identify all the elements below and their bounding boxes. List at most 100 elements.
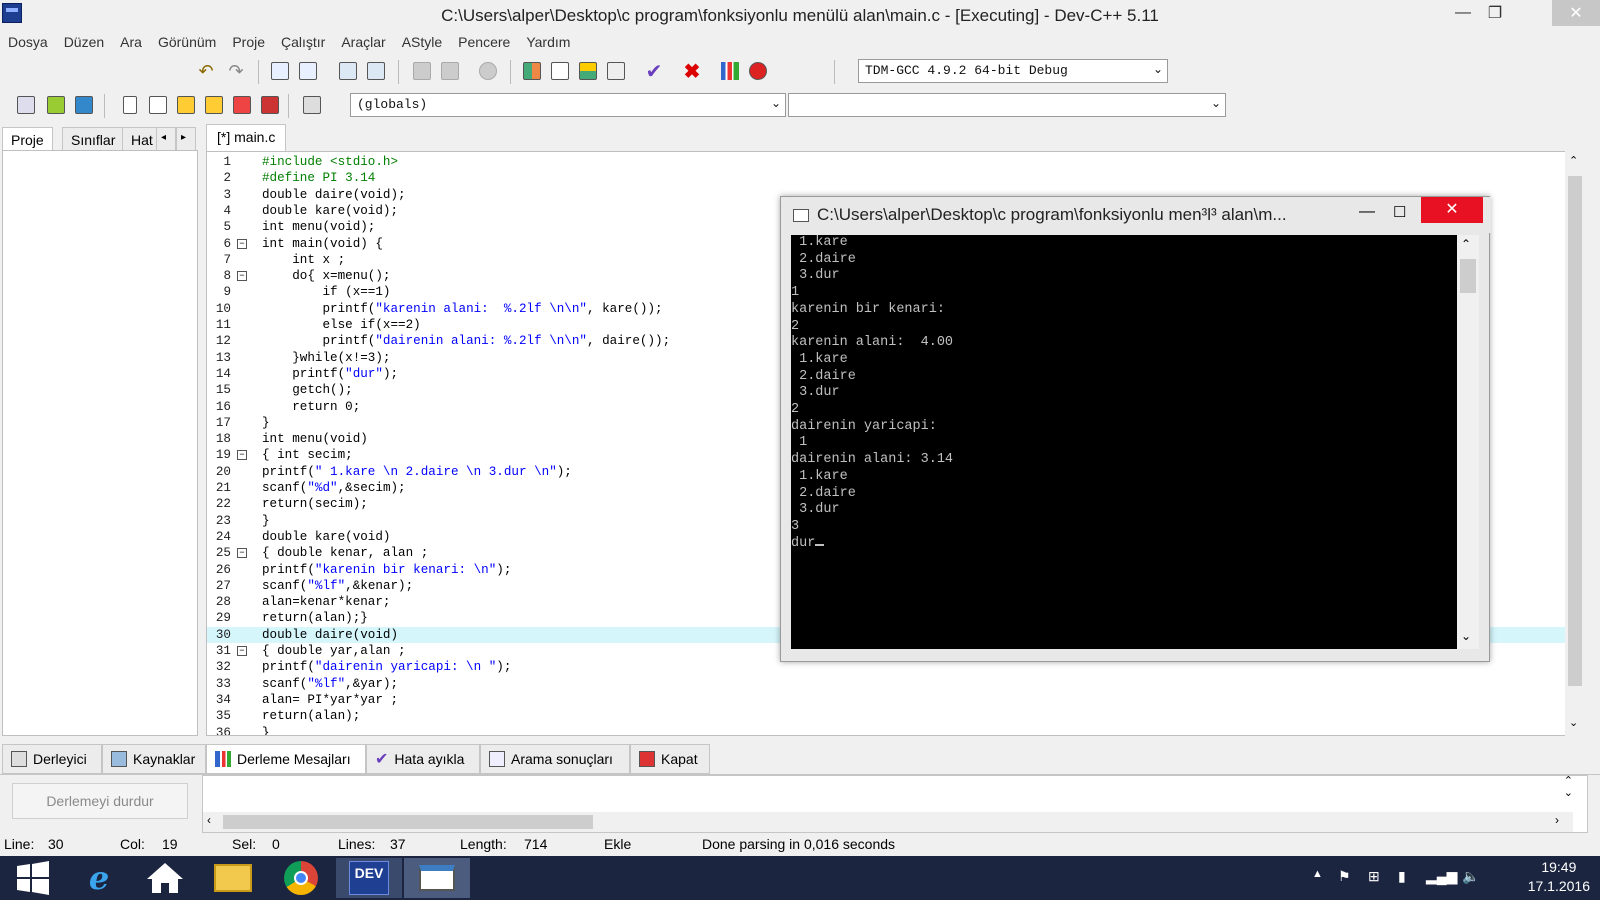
rebuild-button[interactable]	[604, 59, 628, 83]
battery-icon[interactable]: ▮	[1398, 868, 1406, 885]
menu-duzen[interactable]: Düzen	[64, 34, 104, 50]
minimize-button[interactable]: —	[1446, 0, 1480, 26]
fold-toggle-icon[interactable]: −	[237, 271, 247, 282]
tab-derleme-mesajlari[interactable]: Derleme Mesajları	[206, 744, 366, 774]
scroll-up-icon[interactable]: ⌃	[1461, 237, 1471, 251]
fold-toggle-icon[interactable]: −	[237, 238, 247, 249]
tab-arama-sonuclari[interactable]: Arama sonuçları	[480, 744, 630, 774]
print-button[interactable]	[300, 93, 324, 117]
stop-execution-button[interactable]: ✖	[680, 59, 704, 83]
start-button[interactable]	[0, 858, 66, 898]
scroll-left-icon[interactable]: ‹	[207, 813, 211, 827]
fold-toggle-icon[interactable]: −	[237, 548, 247, 559]
messages-horizontal-scrollbar[interactable]: ‹ ›	[203, 812, 1573, 832]
scrollbar-thumb[interactable]	[1568, 176, 1582, 686]
console-maximize-button[interactable]: ☐	[1393, 203, 1406, 221]
scrollbar-thumb[interactable]	[223, 815, 593, 829]
save-all-button[interactable]	[202, 93, 226, 117]
code-text: }while(x!=3);	[262, 350, 391, 365]
menu-dosya[interactable]: Dosya	[8, 34, 48, 50]
windows-tray-icon[interactable]: ⊞	[1368, 868, 1380, 885]
bookmark-prev-button[interactable]	[410, 59, 434, 83]
fold-toggle-icon[interactable]: −	[237, 646, 247, 656]
menu-gorunum[interactable]: Görünüm	[158, 34, 216, 50]
action-center-flag-icon[interactable]: ⚑	[1338, 868, 1351, 885]
fold-toggle-icon[interactable]: −	[237, 450, 247, 461]
scroll-up-icon[interactable]: ⌃	[1569, 154, 1578, 167]
code-line[interactable]: 1 #include <stdio.h>	[207, 154, 1575, 170]
system-clock[interactable]: 19:49 17.1.2016	[1528, 858, 1590, 896]
console-scrollbar[interactable]: ⌃ ⌄	[1457, 235, 1479, 649]
menu-araclar[interactable]: Araçlar	[341, 34, 385, 50]
console-titlebar[interactable]: C:\Users\alper\Desktop\c program\fonksiy…	[781, 197, 1491, 233]
replace-button[interactable]	[296, 59, 320, 83]
code-line[interactable]: 2 #define PI 3.14	[207, 170, 1575, 186]
code-line[interactable]: 33 scanf("%lf",&yar);	[207, 676, 1575, 692]
add-to-project-button[interactable]	[44, 93, 68, 117]
taskbar-chrome[interactable]	[268, 858, 334, 898]
taskbar-file-explorer[interactable]	[200, 858, 266, 898]
code-line[interactable]: 36}	[207, 725, 1575, 736]
scrollbar-thumb[interactable]	[1460, 259, 1476, 293]
scroll-down-icon[interactable]: ⌄	[1564, 786, 1573, 799]
code-line[interactable]: 35 return(alan);	[207, 708, 1575, 724]
taskbar-home[interactable]	[132, 858, 198, 898]
console-app-icon[interactable]	[793, 209, 809, 222]
menu-pencere[interactable]: Pencere	[458, 34, 510, 50]
taskbar-internet-explorer[interactable]: e	[66, 858, 132, 898]
editor-tab-main-c[interactable]: [*] main.c	[206, 124, 287, 152]
menu-astyle[interactable]: AStyle	[402, 34, 442, 50]
code-line[interactable]: 34 alan= PI*yar*yar ;	[207, 692, 1575, 708]
save-button[interactable]	[174, 93, 198, 117]
menu-ara[interactable]: Ara	[120, 34, 142, 50]
show-hidden-icons-button[interactable]: ▲	[1312, 868, 1323, 880]
close-file-button[interactable]	[230, 93, 254, 117]
menu-proje[interactable]: Proje	[232, 34, 265, 50]
network-signal-icon[interactable]: ▂▄▆	[1426, 868, 1457, 885]
open-file-button[interactable]	[146, 93, 170, 117]
scope-select[interactable]: (globals) ⌄	[350, 93, 786, 117]
taskbar-devcpp[interactable]: DEV	[336, 858, 402, 898]
tab-hata-ayikla[interactable]: ✔ Hata ayıkla	[366, 744, 480, 774]
compile-run-button[interactable]	[576, 59, 600, 83]
bookmark-next-button[interactable]	[438, 59, 462, 83]
volume-icon[interactable]: 🔈	[1462, 868, 1479, 885]
console-close-button[interactable]: ✕	[1421, 197, 1483, 223]
compiler-select[interactable]: TDM-GCC 4.9.2 64-bit Debug ⌄	[858, 59, 1168, 83]
scroll-down-icon[interactable]: ⌄	[1569, 716, 1578, 729]
scroll-down-icon[interactable]: ⌄	[1461, 629, 1471, 643]
compile-button[interactable]	[520, 59, 544, 83]
run-button[interactable]	[548, 59, 572, 83]
compile-grid-icon	[523, 62, 541, 80]
toggle-comment-button[interactable]	[476, 59, 500, 83]
indent-button[interactable]	[336, 59, 360, 83]
new-project-button[interactable]	[14, 93, 38, 117]
function-select[interactable]: ⌄	[788, 93, 1226, 117]
editor-vertical-scrollbar[interactable]: ⌃ ⌄	[1565, 150, 1585, 736]
project-tree-pane[interactable]	[2, 150, 198, 736]
find-button[interactable]	[268, 59, 292, 83]
scroll-right-icon[interactable]: ›	[1555, 813, 1559, 827]
tab-kaynaklar[interactable]: Kaynaklar	[102, 744, 206, 774]
tab-kapat[interactable]: Kapat	[630, 744, 710, 774]
console-output[interactable]: 1.kare 2.daire 3.dur 1 karenin bir kenari:…	[791, 235, 1457, 649]
undo-button[interactable]: ↶	[194, 59, 218, 83]
syntax-check-button[interactable]: ✔	[642, 59, 666, 83]
menu-yardim[interactable]: Yardım	[526, 34, 570, 50]
stop-compile-button[interactable]: Derlemeyi durdur	[12, 783, 188, 819]
remove-from-project-button[interactable]	[72, 93, 96, 117]
console-minimize-button[interactable]: —	[1359, 203, 1375, 221]
close-all-button[interactable]	[258, 93, 282, 117]
tab-derleyici[interactable]: Derleyici	[2, 744, 102, 774]
new-file-button[interactable]	[118, 93, 142, 117]
console-window[interactable]: C:\Users\alper\Desktop\c program\fonksiy…	[780, 196, 1491, 662]
close-button[interactable]: ✕	[1552, 0, 1600, 26]
profile-button[interactable]	[718, 59, 742, 83]
goto-line-button[interactable]	[364, 59, 388, 83]
compile-messages-list[interactable]: ⌃ ⌄ ‹ ›	[202, 775, 1588, 833]
taskbar-console[interactable]	[404, 858, 470, 898]
debug-button[interactable]	[746, 59, 770, 83]
redo-button[interactable]: ↷	[224, 59, 248, 83]
menu-calistir[interactable]: Çalıştır	[281, 34, 325, 50]
maximize-button[interactable]: ❐	[1478, 0, 1512, 26]
